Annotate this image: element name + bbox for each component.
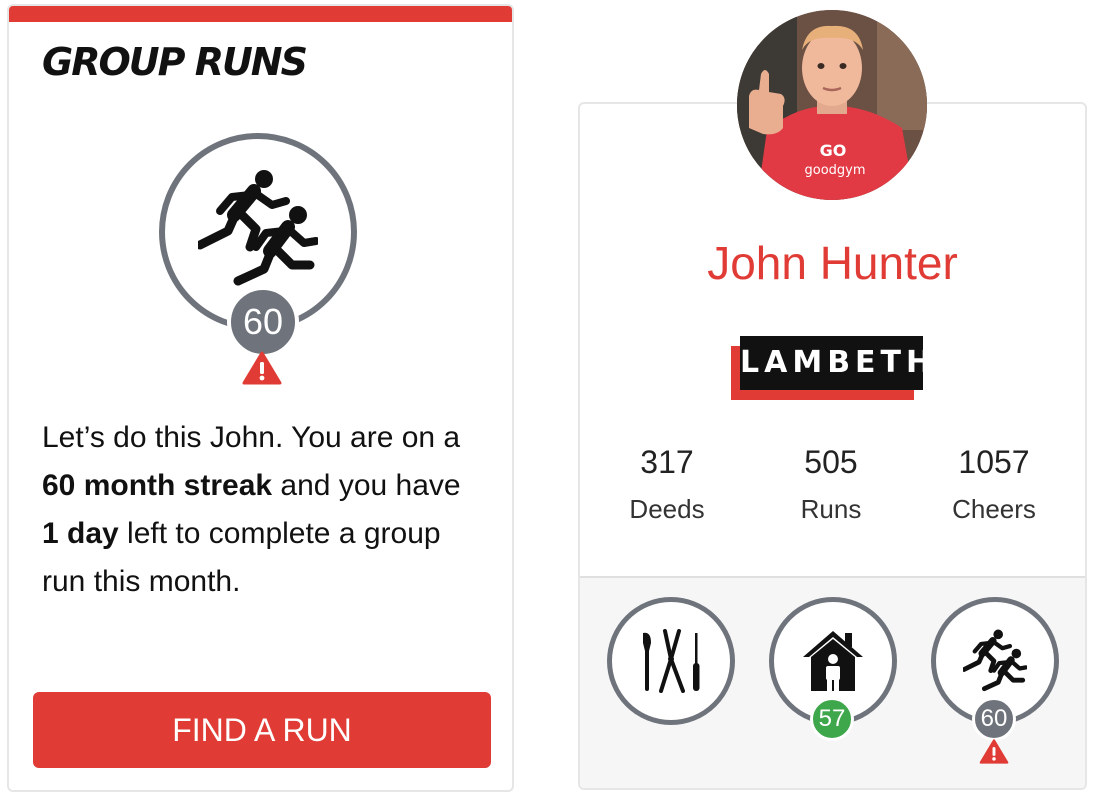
- find-a-run-button[interactable]: FIND A RUN: [33, 692, 491, 768]
- group-runs-card: [7, 4, 514, 792]
- card-accent-bar: [9, 6, 512, 22]
- stat-value: 505: [804, 444, 858, 480]
- streak-text-mid: and you have: [272, 469, 461, 502]
- stat-deeds: 317 Deeds: [587, 442, 747, 526]
- community-count-badge: 57: [810, 697, 854, 741]
- stat-cheers: 1057 Cheers: [914, 442, 1074, 526]
- streak-length: 60 month streak: [42, 469, 273, 502]
- stat-label: Cheers: [952, 494, 1036, 524]
- runners-icon: [963, 629, 1027, 692]
- streak-text-intro: Let’s do this John. You are on a: [42, 421, 461, 454]
- runners-icon: [198, 170, 318, 286]
- svg-text:GO: GO: [820, 141, 847, 160]
- stat-label: Runs: [800, 494, 862, 524]
- garden-tools-icon: [643, 629, 700, 693]
- area-tag[interactable]: LAMBETH: [740, 336, 931, 390]
- stat-value: 1057: [958, 444, 1030, 480]
- warning-icon: [242, 351, 282, 385]
- streak-count-badge: 60: [227, 286, 299, 358]
- stat-runs: 505 Runs: [751, 442, 911, 526]
- streak-message: Let’s do this John. You are on a 60 mont…: [42, 414, 482, 606]
- group-run-count-badge: 60: [972, 697, 1016, 741]
- garden-badge[interactable]: [607, 597, 735, 725]
- warning-icon: [979, 739, 1009, 764]
- avatar-photo: GO goodgym: [737, 10, 927, 200]
- profile-name[interactable]: John Hunter: [578, 236, 1087, 290]
- svg-text:goodgym: goodgym: [804, 163, 865, 178]
- avatar[interactable]: GO goodgym: [737, 10, 927, 200]
- group-runs-title: GROUP RUNS: [42, 40, 308, 84]
- stat-value: 317: [640, 444, 694, 480]
- days-left: 1 day: [42, 517, 119, 550]
- stat-label: Deeds: [629, 494, 705, 524]
- house-person-icon: [803, 631, 863, 691]
